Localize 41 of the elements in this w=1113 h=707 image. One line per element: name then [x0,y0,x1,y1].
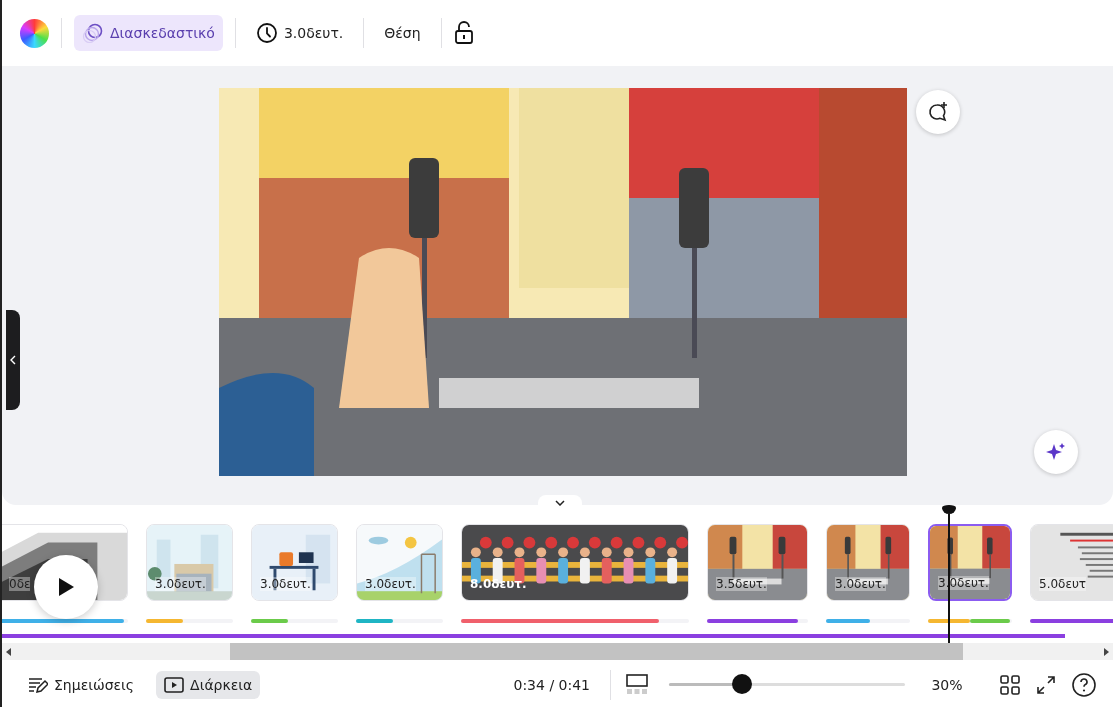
duration-label: 3.0δευτ. [260,577,311,591]
page-thumbnail[interactable]: 3.0δευτ. [251,524,338,601]
play-box-icon [164,676,185,693]
duration-label: 5.0δευτ [1039,577,1087,591]
page-thumbnail[interactable]: 3.5δευτ. [707,524,808,601]
grid-icon[interactable] [999,673,1021,696]
position-button[interactable]: Θέση [376,18,429,48]
duration-label: 3.0δευτ. [365,577,416,591]
page-thumbnail[interactable]: 5.0δευτ [1030,524,1113,601]
unlock-icon[interactable] [453,21,474,45]
comment-plus-icon [927,101,949,123]
scroll-left-icon[interactable] [6,647,12,656]
notes-icon [28,675,48,694]
help-icon[interactable] [1071,671,1097,698]
add-comment-button[interactable] [916,90,960,134]
animation-button[interactable]: Διασκεδαστικό [74,15,223,51]
clock-icon [255,22,278,44]
duration-view-button[interactable]: Διάρκεια [156,670,261,699]
animation-icon [82,22,104,44]
layout-icon[interactable] [625,672,649,697]
duration-label: 3.5δευτ. [716,577,767,591]
chevron-down-icon [555,500,565,506]
notes-button[interactable]: Σημειώσεις [20,669,143,700]
play-icon [57,577,75,597]
duration-label: 3.0δευτ. [155,577,206,591]
page-thumbnail[interactable]: 3.0δευτ. [146,524,233,601]
page-thumbnail[interactable]: 3.0δευτ. [356,524,443,601]
fullscreen-icon[interactable] [1035,673,1057,696]
side-panel-handle[interactable] [6,310,20,410]
duration-label: 0δε [9,577,31,591]
duration-label: 3.0δευτ. [835,577,886,591]
chevron-left-icon [10,355,16,365]
page-thumbnail[interactable]: 3.0δευτ. [826,524,910,601]
duration-button[interactable]: 3.0δευτ. [247,15,352,51]
scroll-right-icon[interactable] [1103,647,1109,656]
zoom-reading: 30% [930,676,964,693]
scrollbar[interactable] [2,643,1113,660]
color-wheel-icon[interactable] [20,18,49,48]
zoom-slider[interactable] [669,674,905,695]
time-display: 0:34 / 0:41 [513,676,590,693]
magic-button[interactable] [1034,430,1078,474]
